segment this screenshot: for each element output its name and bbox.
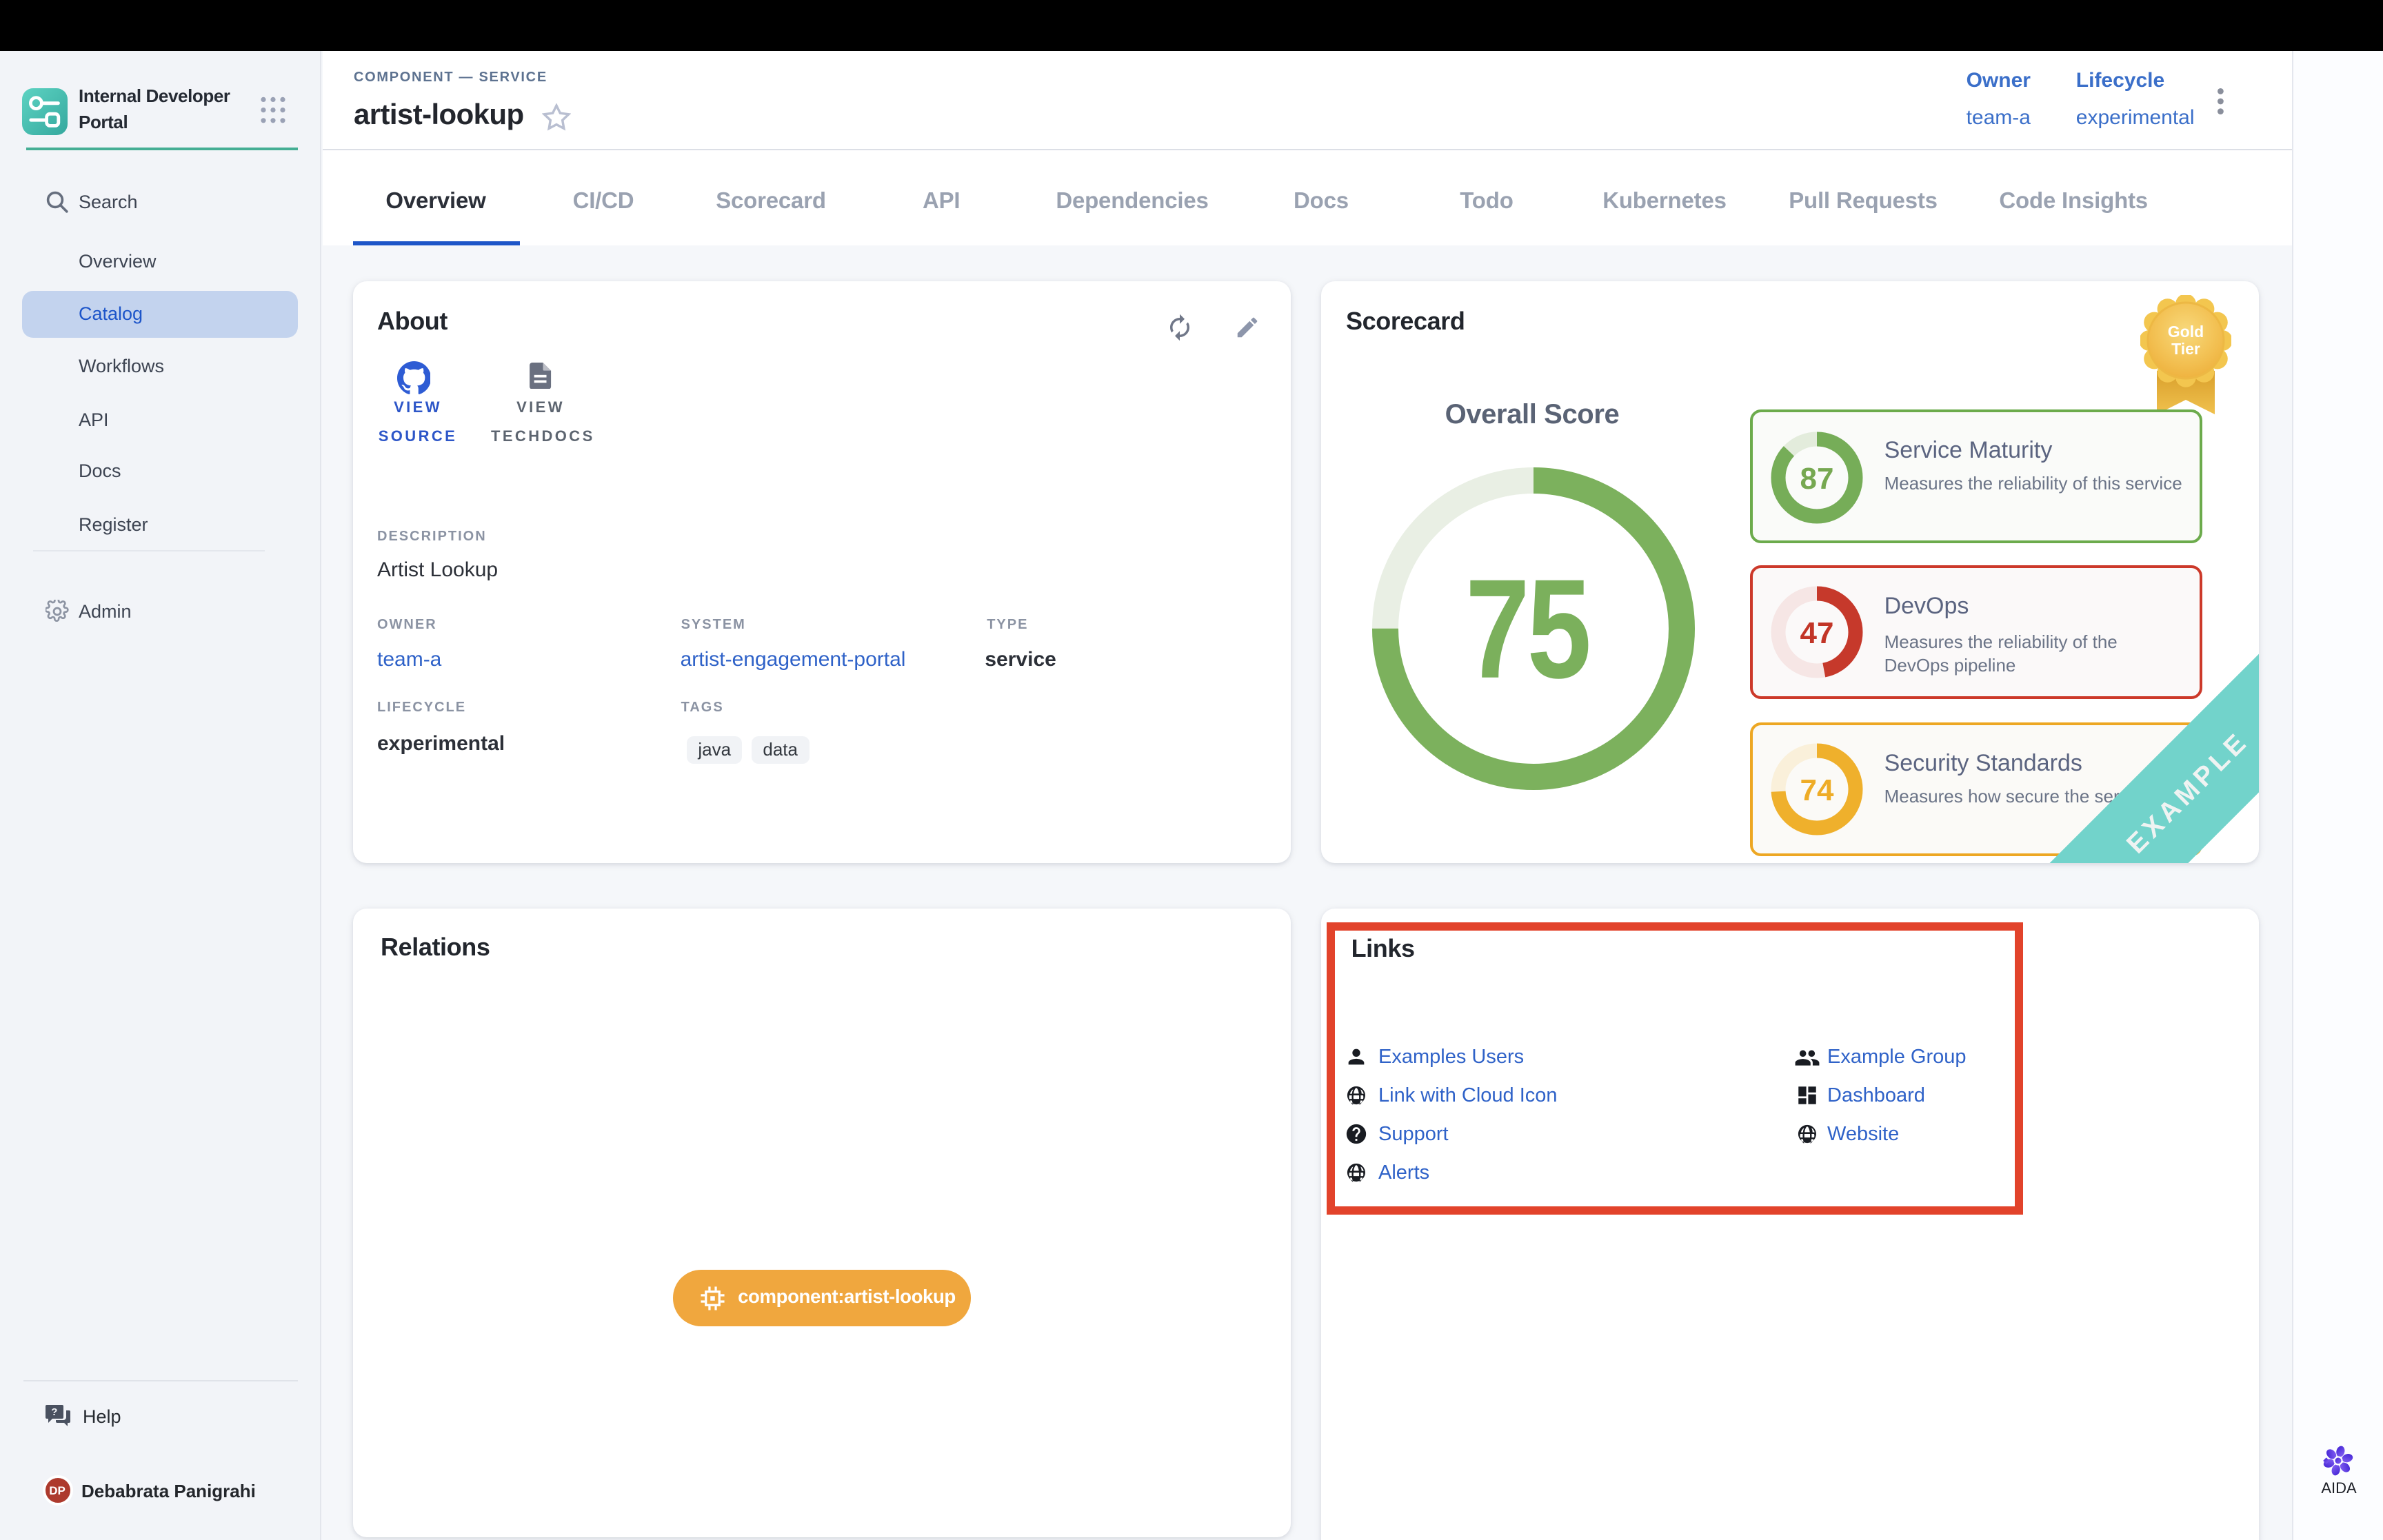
svg-text:87: 87 <box>1800 461 1834 495</box>
svg-text:47: 47 <box>1800 616 1834 650</box>
svg-text:74: 74 <box>1800 773 1834 807</box>
svg-text:Gold: Gold <box>2167 322 2203 340</box>
svg-text:Tier: Tier <box>2171 339 2200 357</box>
svg-text:?: ? <box>51 1406 57 1418</box>
